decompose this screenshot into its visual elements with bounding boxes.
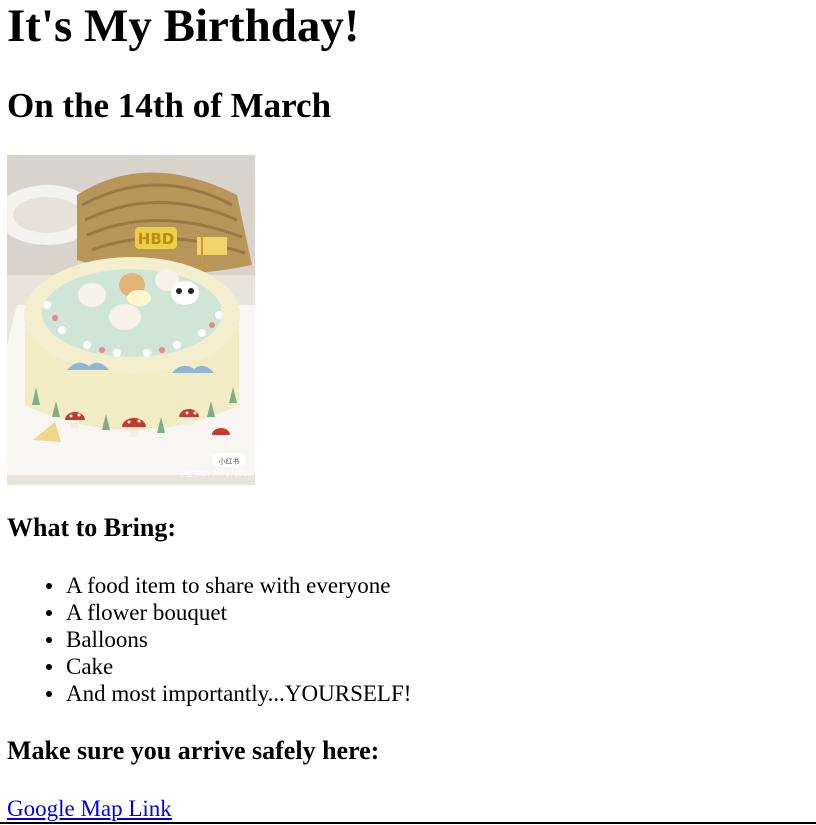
list-item-text: And most importantly...YOURSELF! bbox=[66, 681, 412, 706]
bring-list: A food item to share with everyone A flo… bbox=[46, 572, 412, 707]
list-item: A flower bouquet bbox=[46, 599, 411, 626]
google-map-link[interactable]: Google Map Link bbox=[7, 795, 172, 822]
cake-illustration: HBD 小红书 小红书ID: 747176920 bbox=[7, 155, 255, 485]
list-item-text: A flower bouquet bbox=[66, 600, 227, 625]
page-title: It's My Birthday! bbox=[7, 0, 360, 52]
bullet-icon bbox=[46, 637, 52, 643]
svg-text:小红书: 小红书 bbox=[219, 457, 240, 466]
list-item: A food item to share with everyone bbox=[46, 572, 411, 599]
list-item: And most importantly...YOURSELF! bbox=[46, 680, 412, 707]
list-item-text: Balloons bbox=[66, 627, 148, 652]
list-item: Balloons bbox=[46, 626, 411, 653]
list-item: Cake bbox=[46, 653, 411, 680]
location-heading: Make sure you arrive safely here: bbox=[7, 736, 380, 765]
bring-heading: What to Bring: bbox=[7, 513, 176, 542]
bullet-icon bbox=[46, 664, 52, 670]
list-item-text: A food item to share with everyone bbox=[66, 573, 391, 598]
bullet-icon bbox=[46, 691, 52, 697]
bottom-divider bbox=[0, 822, 816, 824]
list-item-text: Cake bbox=[66, 654, 114, 679]
svg-text:小红书ID: 747176920: 小红书ID: 747176920 bbox=[179, 469, 252, 478]
svg-text:HBD: HBD bbox=[138, 230, 174, 248]
bullet-icon bbox=[46, 610, 52, 616]
birthday-cake-image: HBD 小红书 小红书ID: 747176920 bbox=[7, 155, 255, 485]
bullet-icon bbox=[46, 583, 52, 589]
page-subtitle: On the 14th of March bbox=[7, 86, 332, 125]
